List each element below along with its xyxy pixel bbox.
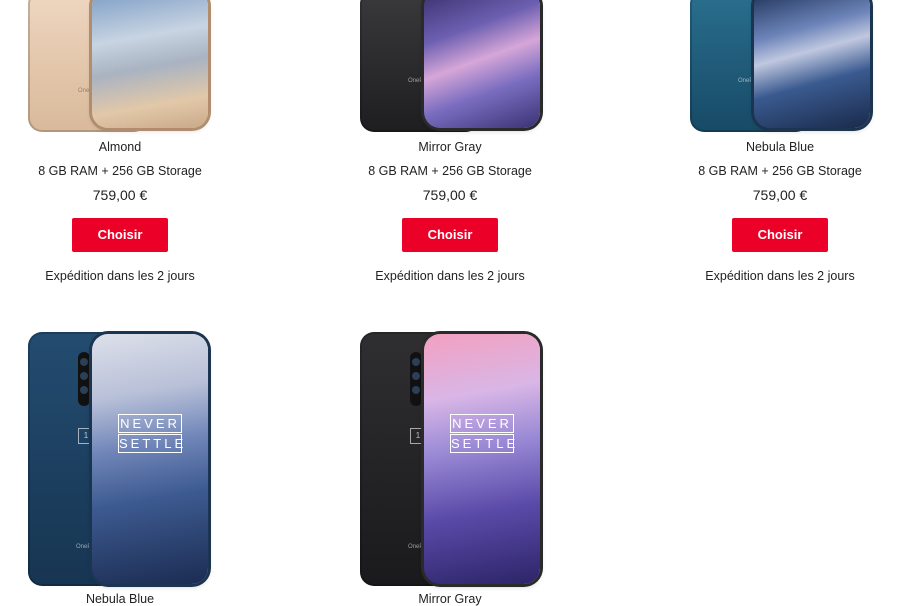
product-image-nebula-blue[interactable]: 1 OneP NEVER SETTLE bbox=[28, 332, 214, 588]
phone-screen bbox=[92, 0, 208, 128]
product-image-mirror-gray[interactable]: OneP bbox=[360, 0, 544, 132]
brand-text: OneP bbox=[738, 78, 754, 84]
shipping-info: Expédition dans les 2 jours bbox=[375, 269, 525, 283]
screen-slogan: NEVER SETTLE bbox=[450, 412, 519, 456]
camera-module bbox=[410, 352, 422, 406]
product-image-mirror-gray[interactable]: 1 OneP NEVER SETTLE bbox=[360, 332, 546, 588]
slogan-line-2: SETTLE bbox=[118, 434, 187, 453]
product-card-mirror-gray: OneP Mirror Gray 8 GB RAM + 256 GB Stora… bbox=[330, 0, 570, 300]
product-price: 759,00 € bbox=[422, 187, 478, 203]
product-spec: 8 GB RAM + 256 GB Storage bbox=[38, 164, 202, 178]
screen-slogan: NEVER SETTLE bbox=[118, 412, 187, 456]
product-price: 759,00 € bbox=[92, 187, 148, 203]
brand-text: OneP bbox=[76, 544, 92, 550]
choose-button[interactable]: Choisir bbox=[732, 218, 828, 252]
product-color-name: Mirror Gray bbox=[418, 140, 482, 154]
product-color-name: Almond bbox=[98, 140, 142, 154]
product-image-almond[interactable]: OneP bbox=[28, 0, 212, 132]
product-spec: 8 GB RAM + 256 GB Storage bbox=[698, 164, 862, 178]
choose-button[interactable]: Choisir bbox=[72, 218, 168, 252]
product-price: 759,00 € bbox=[752, 187, 808, 203]
choose-button[interactable]: Choisir bbox=[402, 218, 498, 252]
product-card-mirror-gray-2: 1 OneP NEVER SETTLE Mirror Gray bbox=[330, 330, 570, 606]
brand-text: OneP bbox=[408, 78, 424, 84]
product-color-name: Nebula Blue bbox=[745, 140, 815, 154]
product-spec: 8 GB RAM + 256 GB Storage bbox=[368, 164, 532, 178]
slogan-line-1: NEVER bbox=[450, 414, 514, 433]
slogan-line-1: NEVER bbox=[118, 414, 182, 433]
phone-screen: NEVER SETTLE bbox=[92, 334, 208, 584]
phone-screen bbox=[754, 0, 870, 128]
brand-text: OneP bbox=[408, 544, 424, 550]
product-card-nebula-blue-2: 1 OneP NEVER SETTLE Nebula Blue bbox=[0, 330, 240, 606]
product-image-nebula-blue[interactable]: OneP bbox=[690, 0, 874, 132]
slogan-line-2: SETTLE bbox=[450, 434, 519, 453]
shipping-info: Expédition dans les 2 jours bbox=[705, 269, 855, 283]
phone-screen: NEVER SETTLE bbox=[424, 334, 540, 584]
camera-module bbox=[78, 352, 90, 406]
product-color-name: Nebula Blue bbox=[85, 592, 155, 606]
product-color-name: Mirror Gray bbox=[418, 592, 482, 606]
product-card-nebula-blue: OneP Nebula Blue 8 GB RAM + 256 GB Stora… bbox=[660, 0, 900, 300]
shipping-info: Expédition dans les 2 jours bbox=[45, 269, 195, 283]
product-card-almond: OneP Almond 8 GB RAM + 256 GB Storage 75… bbox=[0, 0, 240, 300]
phone-screen bbox=[424, 0, 540, 128]
